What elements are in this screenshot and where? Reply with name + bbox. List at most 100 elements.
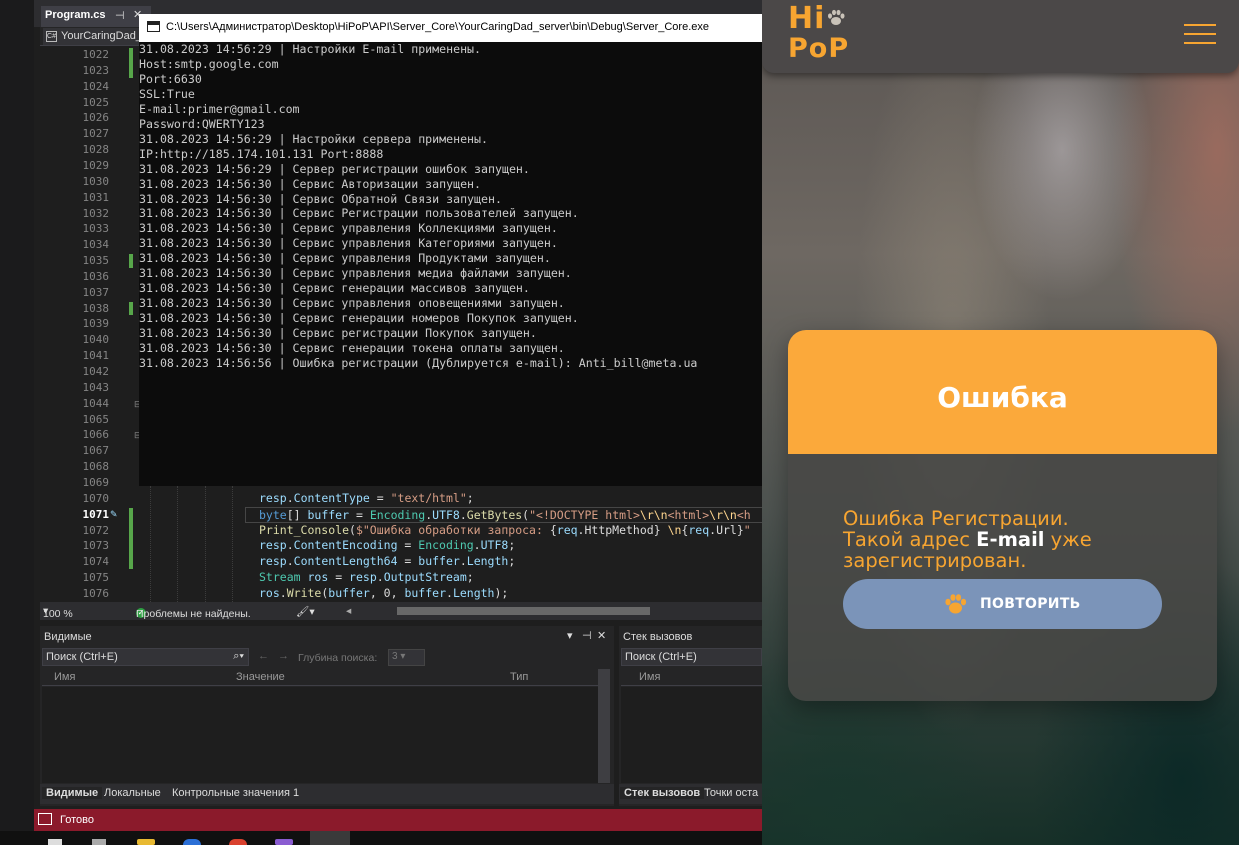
close-icon[interactable]: ✕ <box>597 629 606 642</box>
line-number: 1035 <box>82 254 110 268</box>
console-icon <box>147 21 160 32</box>
code-token: resp <box>259 538 287 553</box>
logo-top[interactable]: Hi <box>788 1 825 36</box>
error-message: Ошибка Регистрации. Такой адрес E-mail у… <box>843 508 1203 571</box>
code-token: buffer <box>328 585 370 600</box>
line-number: 1030 <box>82 174 110 188</box>
code-token: = <box>328 570 350 585</box>
console-title-bar[interactable]: C:\Users\Администратор\Desktop\HiPoP\API… <box>139 14 762 42</box>
tab-watch-1[interactable]: Контрольные значения 1 <box>172 787 299 799</box>
line-number: 1038 <box>82 301 110 315</box>
retry-button[interactable]: ПОВТОРИТЬ <box>843 579 1162 629</box>
code-token: \n <box>667 522 682 537</box>
forward-arrow-icon[interactable]: → <box>278 650 289 662</box>
code-token: Write <box>286 585 322 600</box>
line-number: 1024 <box>82 79 110 93</box>
console-line: 31.08.2023 14:56:30 | Сервис Авторизации… <box>139 176 482 191</box>
code-token: OutputStream <box>383 570 467 585</box>
indent-guide <box>205 486 206 602</box>
line-number: 1039 <box>82 317 110 331</box>
code-line[interactable]: byte[] buffer = Encoding.UTF8.GetBytes("… <box>245 506 762 523</box>
pin-icon[interactable]: ⊣ <box>115 9 125 22</box>
console-line: 31.08.2023 14:56:30 | Сервис Обратной Св… <box>139 191 502 206</box>
console-line: Password:QWERTY123 <box>139 116 265 131</box>
col-type[interactable]: Тип <box>510 671 528 683</box>
code-token: ros <box>259 585 280 600</box>
visual-studio-icon[interactable] <box>275 839 293 845</box>
code-token: <h <box>736 507 751 522</box>
console-line: 31.08.2023 14:56:30 | Сервис управления … <box>139 296 565 311</box>
code-token: GetBytes <box>466 507 523 522</box>
brush-icon[interactable]: 🖌▾ <box>296 605 315 618</box>
tab-breakpoints[interactable]: Точки оста <box>704 787 758 799</box>
code-token: $"Ошибка обработки запроса: <box>355 522 550 537</box>
code-token: . <box>279 585 287 600</box>
windows-taskbar <box>0 831 762 845</box>
tab-call-stack[interactable]: Стек вызовов <box>620 787 705 799</box>
project-dropdown-label: YourCaringDad_ <box>61 30 142 42</box>
code-token: UTF8 <box>480 538 509 553</box>
line-number: 1031 <box>82 190 110 204</box>
code-token: ; <box>508 538 516 553</box>
code-line[interactable]: ros.Write(buffer, 0, buffer.Length); <box>259 586 508 600</box>
code-line[interactable]: resp.ContentLength64 = buffer.Length; <box>259 554 515 568</box>
line-number: 1069 <box>82 475 110 489</box>
browser-icon[interactable] <box>183 839 201 845</box>
console-line: Host:smtp.google.com <box>139 56 279 71</box>
code-line[interactable]: resp.ContentEncoding = Encoding.UTF8; <box>259 538 515 552</box>
console-line: SSL:True <box>139 86 195 101</box>
line-number: 1074 <box>82 555 110 569</box>
code-token: \r\n <box>709 507 737 522</box>
code-token: "<!DOCTYPE html> <box>529 507 640 522</box>
back-arrow-icon[interactable]: ← <box>258 650 269 662</box>
call-stack-panel: Стек вызовов Поиск (Ctrl+E) Имя Стек выз… <box>619 626 762 806</box>
code-token: \r\n <box>639 507 668 522</box>
callstack-search-input[interactable]: Поиск (Ctrl+E) <box>621 648 762 666</box>
windows-start-icon[interactable] <box>48 839 62 845</box>
console-line: 31.08.2023 14:56:29 | Сервер регистрации… <box>139 161 530 176</box>
console-line: E-mail:primer@gmail.com <box>139 101 300 116</box>
code-token: .HttpMethod} <box>577 522 668 537</box>
tab-program-cs[interactable]: Program.cs ⊣ ✕ <box>41 6 151 27</box>
locals-search-input[interactable]: Поиск (Ctrl+E) ⌕▾ <box>42 648 249 666</box>
chrome-icon[interactable] <box>229 839 247 845</box>
code-line[interactable]: Stream ros = resp.OutputStream; <box>259 570 474 584</box>
pin-icon[interactable]: ⊣ <box>582 629 592 642</box>
status-text: Готово <box>60 814 94 826</box>
scroll-left-icon[interactable]: ◂ <box>346 605 351 617</box>
code-line[interactable]: resp.ContentType = "text/html"; <box>259 491 474 505</box>
modal-title: Ошибка <box>937 381 1068 414</box>
col-name[interactable]: Имя <box>54 671 75 683</box>
tab-visible[interactable]: Видимые <box>42 787 103 799</box>
search-icon: ⌕▾ <box>233 650 244 662</box>
quick-action-icon[interactable]: ✎ <box>110 509 118 520</box>
col-name[interactable]: Имя <box>639 671 660 683</box>
task-view-icon[interactable] <box>92 839 106 845</box>
file-explorer-icon[interactable] <box>137 839 155 845</box>
line-number: 1022 <box>82 48 110 61</box>
vs-status-bar: Готово <box>34 809 762 831</box>
depth-select[interactable]: 3 ▾ <box>388 649 425 666</box>
indent-guide <box>177 486 178 602</box>
line-number: 1033 <box>82 222 110 236</box>
line-number: 1029 <box>82 158 110 172</box>
vertical-scrollbar[interactable] <box>598 669 610 783</box>
code-line[interactable]: Print_Console($"Ошибка обработки запроса… <box>259 523 751 537</box>
locals-panel: Видимые ▾ ⊣ ✕ Поиск (Ctrl+E) ⌕▾ ← → Глуб… <box>40 626 614 806</box>
indent-guide <box>232 486 233 602</box>
hamburger-menu-icon[interactable] <box>1184 24 1216 46</box>
hipop-app: Hi PoP Ошибка Ошибка Регистрации. Такой … <box>762 0 1239 845</box>
logo-bottom[interactable]: PoP <box>788 33 849 64</box>
tab-locals[interactable]: Локальные <box>104 787 161 799</box>
col-value[interactable]: Значение <box>236 671 285 683</box>
line-number: 1067 <box>82 444 110 458</box>
console-line: IP:http://185.174.101.131 Port:8888 <box>139 146 384 161</box>
code-token: resp <box>349 570 377 585</box>
console-window[interactable]: C:\Users\Администратор\Desktop\HiPoP\API… <box>139 14 762 486</box>
panel-title: Стек вызовов <box>623 631 693 643</box>
locals-header: Имя Значение Тип <box>42 669 600 686</box>
dropdown-icon[interactable]: ▾ <box>567 629 573 642</box>
zoom-level[interactable]: 100 % ▾ <box>43 605 73 620</box>
horizontal-scrollbar[interactable] <box>397 607 650 615</box>
console-taskbar-icon[interactable] <box>310 831 350 845</box>
